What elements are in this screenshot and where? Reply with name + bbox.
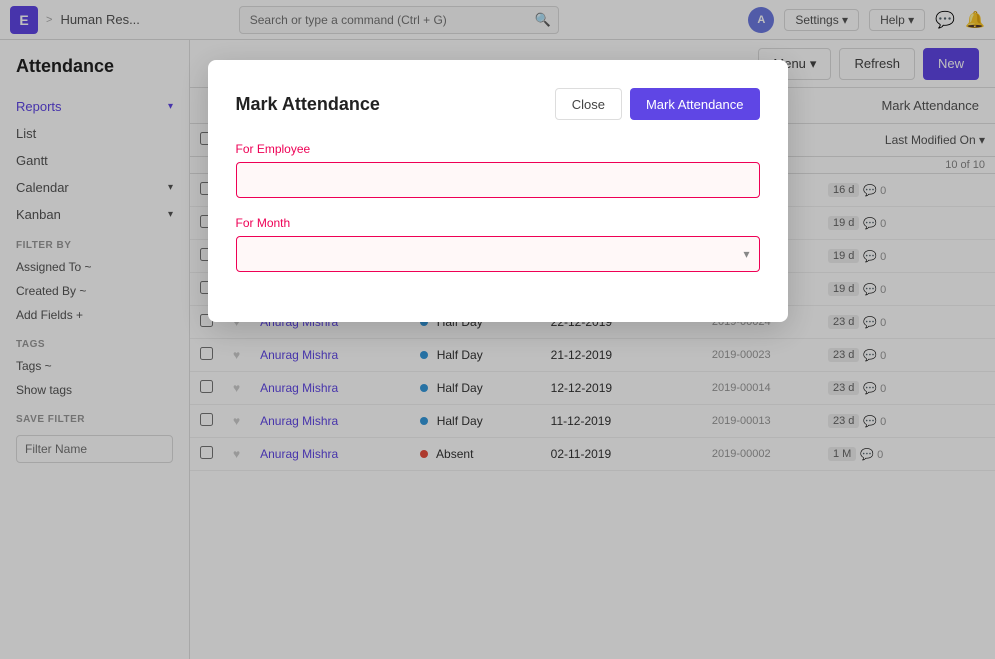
month-select-wrapper: ▾ [236,236,760,272]
employee-input[interactable] [236,162,760,198]
modal-overlay[interactable]: Mark Attendance Close Mark Attendance Fo… [0,0,995,659]
modal-title: Mark Attendance [236,94,380,115]
modal-mark-attendance-button[interactable]: Mark Attendance [630,88,760,120]
modal-header: Mark Attendance Close Mark Attendance [236,88,760,120]
modal-close-button[interactable]: Close [555,88,622,120]
month-form-group: For Month ▾ [236,216,760,272]
month-select[interactable] [236,236,760,272]
modal: Mark Attendance Close Mark Attendance Fo… [208,60,788,322]
modal-actions: Close Mark Attendance [555,88,760,120]
month-label: For Month [236,216,760,230]
employee-label: For Employee [236,142,760,156]
employee-form-group: For Employee [236,142,760,198]
